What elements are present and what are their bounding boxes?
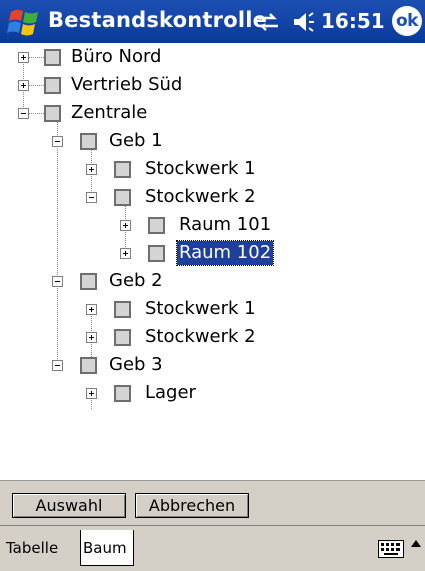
button-bar: Auswahl Abbrechen <box>0 480 425 525</box>
tree-node-label: Stockwerk 1 <box>145 158 256 179</box>
node-checkbox[interactable] <box>44 105 61 122</box>
tree-node-label: Lager <box>145 382 196 403</box>
cancel-button-label: Abbrechen <box>148 496 236 515</box>
tree-node-stockwerk-1[interactable]: Stockwerk 1 <box>0 295 425 323</box>
node-checkbox[interactable] <box>114 161 131 178</box>
tree-node-label-selected: Raum 102 <box>175 240 275 266</box>
node-checkbox[interactable] <box>148 245 165 262</box>
cancel-button[interactable]: Abbrechen <box>135 493 249 518</box>
tree-node-geb-3[interactable]: Geb 3 <box>0 351 425 379</box>
select-button[interactable]: Auswahl <box>12 493 126 518</box>
expand-icon[interactable] <box>86 388 97 399</box>
node-checkbox[interactable] <box>148 217 165 234</box>
expand-icon[interactable] <box>86 332 97 343</box>
tree-node-label: Stockwerk 2 <box>145 326 256 347</box>
tree-node-raum-101[interactable]: Raum 101 <box>0 211 425 239</box>
collapse-icon[interactable] <box>18 108 29 119</box>
tree-node-raum-102[interactable]: Raum 102 <box>0 239 425 267</box>
clock[interactable]: 16:51 <box>321 9 385 33</box>
input-menu-arrow-icon[interactable] <box>410 538 422 548</box>
title-bar: Bestandskontrolle 16:51 ok <box>0 0 425 43</box>
select-button-label: Auswahl <box>35 496 103 515</box>
tab-table-label: Tabelle <box>6 539 59 557</box>
tree-node-label: Stockwerk 1 <box>145 298 256 319</box>
tree-node-geb-2[interactable]: Geb 2 <box>0 267 425 295</box>
node-checkbox[interactable] <box>44 77 61 94</box>
tab-table[interactable]: Tabelle <box>4 530 60 566</box>
tree-node-vertrieb-sued[interactable]: Vertrieb Süd <box>0 71 425 99</box>
tree-node-buero-nord[interactable]: Büro Nord <box>0 43 425 71</box>
node-checkbox[interactable] <box>44 49 61 66</box>
node-checkbox[interactable] <box>114 301 131 318</box>
tree-node-zentrale[interactable]: Zentrale <box>0 99 425 127</box>
ok-button[interactable]: ok <box>392 6 422 36</box>
node-checkbox[interactable] <box>114 189 131 206</box>
keyboard-icon[interactable] <box>378 540 404 558</box>
tree-node-label: Vertrieb Süd <box>71 74 183 95</box>
node-checkbox[interactable] <box>80 273 97 290</box>
tree-view[interactable]: Büro Nord Vertrieb Süd Zentrale Geb 1 St… <box>0 43 425 480</box>
volume-icon[interactable] <box>291 11 315 33</box>
collapse-icon[interactable] <box>52 136 63 147</box>
tree-node-label: Stockwerk 2 <box>145 186 256 207</box>
tree-node-label: Geb 3 <box>109 354 163 375</box>
expand-icon[interactable] <box>86 304 97 315</box>
node-checkbox[interactable] <box>80 357 97 374</box>
tree-node-stockwerk-2[interactable]: Stockwerk 2 <box>0 183 425 211</box>
collapse-icon[interactable] <box>86 192 97 203</box>
expand-icon[interactable] <box>120 248 131 259</box>
expand-icon[interactable] <box>86 164 97 175</box>
collapse-icon[interactable] <box>52 360 63 371</box>
node-checkbox[interactable] <box>80 133 97 150</box>
tree-node-label: Büro Nord <box>71 46 162 67</box>
tab-tree-label: Baum <box>83 538 127 557</box>
node-checkbox[interactable] <box>114 385 131 402</box>
expand-icon[interactable] <box>18 80 29 91</box>
app-title: Bestandskontrolle <box>48 8 268 32</box>
ok-label: ok <box>396 11 419 31</box>
node-checkbox[interactable] <box>114 329 131 346</box>
tree-node-stockwerk-2[interactable]: Stockwerk 2 <box>0 323 425 351</box>
tree-node-label: Raum 101 <box>179 214 272 235</box>
expand-icon[interactable] <box>120 220 131 231</box>
tree-node-geb-1[interactable]: Geb 1 <box>0 127 425 155</box>
tree-node-label: Geb 1 <box>109 130 163 151</box>
windows-start-icon[interactable] <box>7 6 41 38</box>
tree-node-lager[interactable]: Lager <box>0 379 425 407</box>
tree-node-label: Geb 2 <box>109 270 163 291</box>
connectivity-icon[interactable] <box>256 12 280 32</box>
tree-node-stockwerk-1[interactable]: Stockwerk 1 <box>0 155 425 183</box>
tab-tree[interactable]: Baum <box>80 530 134 566</box>
tree-node-label: Zentrale <box>71 102 148 123</box>
collapse-icon[interactable] <box>52 276 63 287</box>
tab-bar: Tabelle Baum <box>0 525 425 571</box>
expand-icon[interactable] <box>18 52 29 63</box>
